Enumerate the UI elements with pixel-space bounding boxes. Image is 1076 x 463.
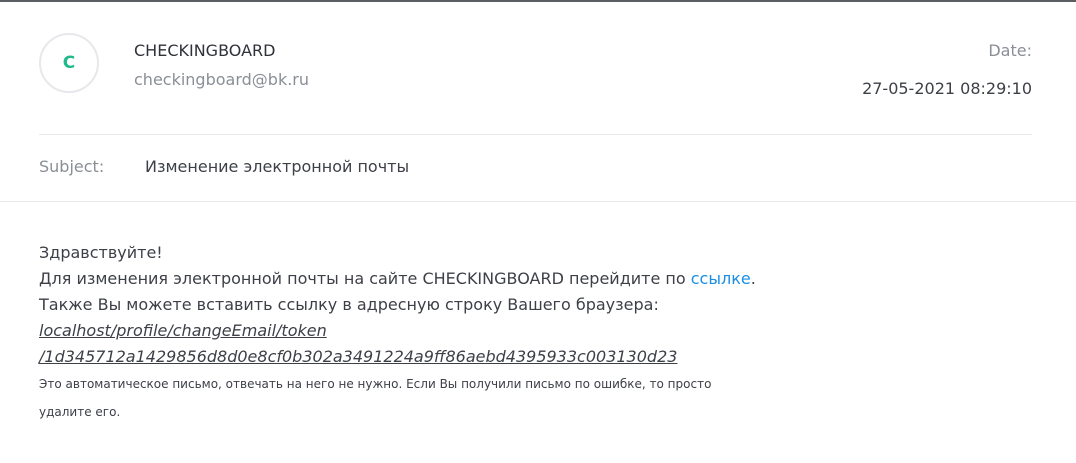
- auto-note-line2: удалите его.: [39, 405, 121, 419]
- sender-avatar: C: [39, 33, 99, 93]
- subject-value: Изменение электронной почты: [145, 157, 410, 176]
- instruction-prefix: Для изменения электронной почты на сайте…: [39, 269, 691, 288]
- paste-instruction: Также Вы можете вставить ссылку в адресн…: [39, 295, 659, 314]
- auto-note-line1: Это автоматическое письмо, отвечать на н…: [39, 377, 712, 391]
- instruction-suffix: .: [750, 269, 756, 288]
- top-border: [0, 0, 1076, 2]
- subject-label: Subject:: [39, 157, 105, 176]
- avatar-letter: C: [62, 53, 76, 73]
- date-label: Date:: [988, 41, 1032, 60]
- sender-email[interactable]: checkingboard@bk.ru: [134, 70, 309, 89]
- change-email-link[interactable]: ссылке: [691, 269, 751, 288]
- token-url-part1[interactable]: localhost/profile/changeEmail/token: [39, 321, 327, 340]
- url-line-2: /1d345712a1429856d8d0e8cf0b302a3491224a9…: [39, 344, 1039, 370]
- instruction-line: Для изменения электронной почты на сайте…: [39, 266, 1039, 292]
- url-line-1: localhost/profile/changeEmail/token: [39, 318, 1039, 344]
- header-divider: [39, 134, 1032, 135]
- date-value: 27-05-2021 08:29:10: [862, 79, 1032, 98]
- token-url-part2[interactable]: /1d345712a1429856d8d0e8cf0b302a3491224a9…: [39, 347, 677, 366]
- sender-name: CHECKINGBOARD: [134, 41, 276, 60]
- email-body: Здравствуйте! Для изменения электронной …: [39, 240, 1039, 426]
- subject-divider: [0, 201, 1076, 202]
- greeting-text: Здравствуйте!: [39, 243, 163, 262]
